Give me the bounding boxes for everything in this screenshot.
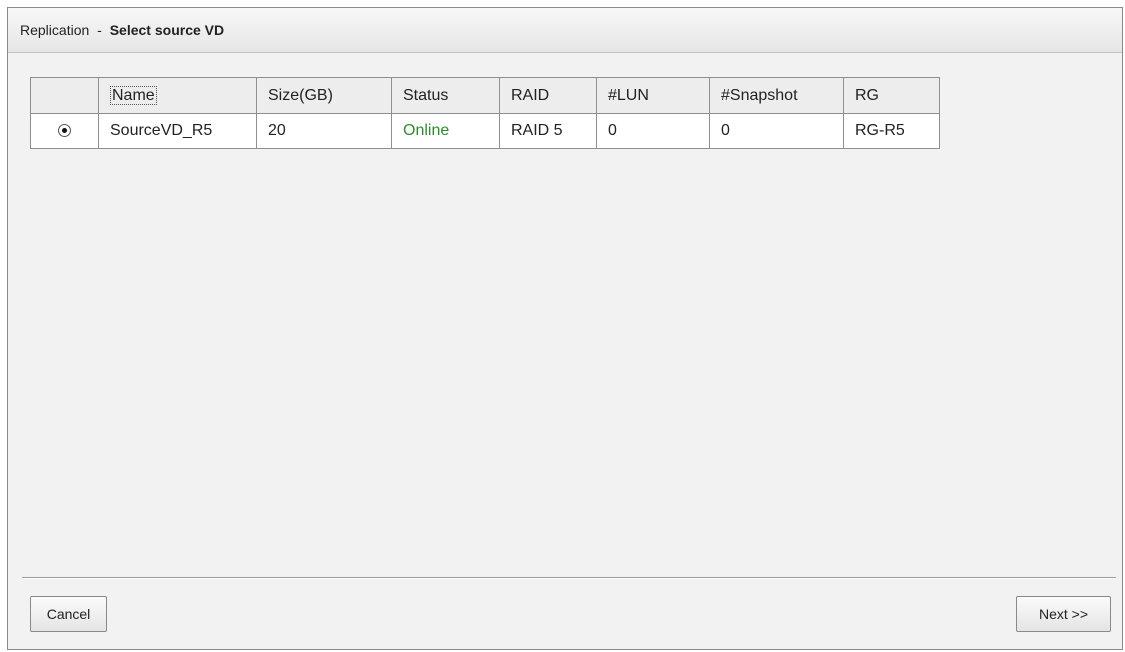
cell-rg: RG-R5: [843, 113, 940, 149]
table-row[interactable]: SourceVD_R5 20 Online RAID 5 0 0 RG-R5: [30, 113, 940, 149]
column-header-name[interactable]: Name: [98, 77, 257, 114]
dialog-subtitle: Select source VD: [109, 22, 225, 38]
cancel-button[interactable]: Cancel: [30, 596, 107, 632]
column-header-snapshot[interactable]: #Snapshot: [709, 77, 844, 114]
cell-lun: 0: [596, 113, 710, 149]
title-separator: -: [97, 22, 102, 38]
row-radio-button[interactable]: [58, 124, 71, 138]
cell-raid: RAID 5: [499, 113, 597, 149]
column-header-lun[interactable]: #LUN: [596, 77, 710, 114]
cell-size: 20: [256, 113, 392, 149]
next-button[interactable]: Next >>: [1016, 596, 1111, 632]
column-header-raid[interactable]: RAID: [499, 77, 597, 114]
footer-divider: [22, 577, 1116, 579]
table-header-row: Name Size(GB) Status RAID #LUN #Snapshot…: [30, 77, 940, 114]
cell-status: Online: [391, 113, 500, 149]
dialog-title: Replication: [20, 22, 90, 38]
column-header-size[interactable]: Size(GB): [256, 77, 392, 114]
source-vd-table: Name Size(GB) Status RAID #LUN #Snapshot…: [30, 77, 940, 149]
replication-dialog: Replication - Select source VD Name Size…: [7, 7, 1123, 650]
select-column-header: [30, 77, 99, 114]
row-select-cell[interactable]: [30, 113, 99, 149]
column-header-rg[interactable]: RG: [843, 77, 940, 114]
cell-name: SourceVD_R5: [98, 113, 257, 149]
dialog-title-bar: Replication - Select source VD: [8, 8, 1122, 53]
column-header-status[interactable]: Status: [391, 77, 500, 114]
cell-snapshot: 0: [709, 113, 844, 149]
